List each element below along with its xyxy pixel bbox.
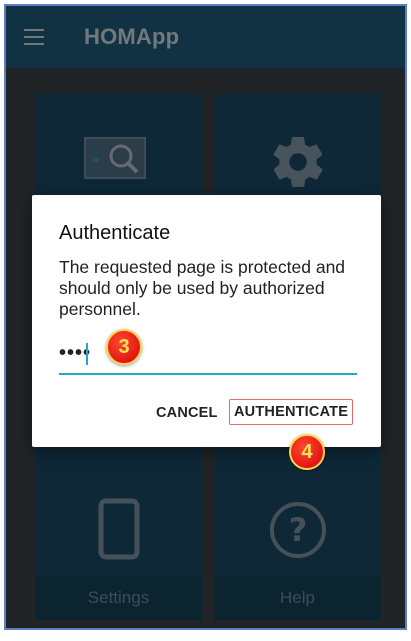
dialog-message: The requested page is protected and shou… <box>59 257 346 319</box>
authenticate-dialog: Authenticate The requested page is prote… <box>32 195 381 447</box>
dialog-title: Authenticate <box>59 222 171 244</box>
password-input[interactable] <box>59 335 357 375</box>
text-cursor <box>86 343 88 365</box>
step-badge-4: 4 <box>289 434 325 470</box>
cancel-button[interactable]: CANCEL <box>156 405 218 421</box>
authenticate-button[interactable]: AUTHENTICATE <box>229 399 354 425</box>
step-badge-3: 3 <box>106 329 142 365</box>
